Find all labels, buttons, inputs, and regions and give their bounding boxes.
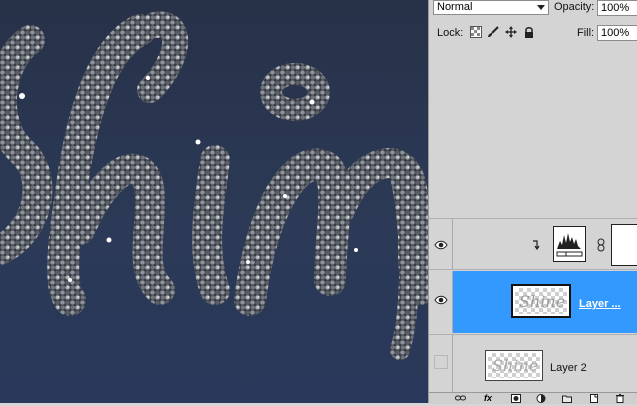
visibility-toggle[interactable] [429,335,453,392]
adjustment-icon[interactable] [536,394,546,403]
document-canvas[interactable] [0,0,428,403]
layer-row-levels[interactable] [429,218,637,270]
blend-mode-select[interactable]: Normal [433,0,549,15]
hidden-eye-box [434,355,448,369]
layer-row-selected[interactable]: Shine Layer ... [429,271,637,333]
clip-arrow-icon [532,240,541,253]
move-lock-icon[interactable] [505,26,517,38]
fill-field[interactable]: 100% [597,25,637,41]
blend-mode-value: Normal [437,1,473,13]
layers-bottom-toolbar: fx [429,392,637,404]
folder-icon[interactable] [562,394,572,403]
brush-lock-icon[interactable] [487,26,499,38]
layer-thumbnail: Shine [485,350,543,381]
layer-name[interactable]: Layer ... [579,298,621,310]
eye-icon [434,295,448,305]
script-letters [0,11,428,360]
layer-mask-thumbnail[interactable] [611,224,637,266]
chevron-down-icon [537,5,545,10]
fx-icon[interactable]: fx [484,394,494,403]
layers-list-blank [429,48,637,218]
lock-label: Lock: [437,27,464,39]
layer-name[interactable]: Layer 2 [550,362,587,374]
svg-text:Shine: Shine [519,292,565,311]
layers-panel: Normal Opacity: 100% Lock: Fill: 100% Sh… [428,0,637,404]
visibility-toggle[interactable] [429,219,453,269]
levels-icon [553,226,586,262]
new-layer-icon[interactable] [589,394,599,403]
svg-text:Shine: Shine [492,356,538,375]
trash-icon[interactable] [615,394,625,403]
fill-label: Fill: [577,27,595,39]
mask-icon[interactable] [511,394,521,403]
all-lock-icon[interactable] [523,26,535,38]
opacity-label: Opacity: [554,1,595,13]
eye-icon [434,240,448,250]
layer-row-layer-2[interactable]: Shine Layer 2 [429,334,637,392]
opacity-field[interactable]: 100% [597,0,637,16]
transparency-lock-icon[interactable] [470,26,482,38]
visibility-toggle[interactable] [429,271,453,333]
sequin-text-artwork [0,11,428,360]
link-layers-icon[interactable] [455,394,466,403]
layer-thumbnail: Shine [511,284,571,318]
link-icon[interactable] [597,238,605,255]
